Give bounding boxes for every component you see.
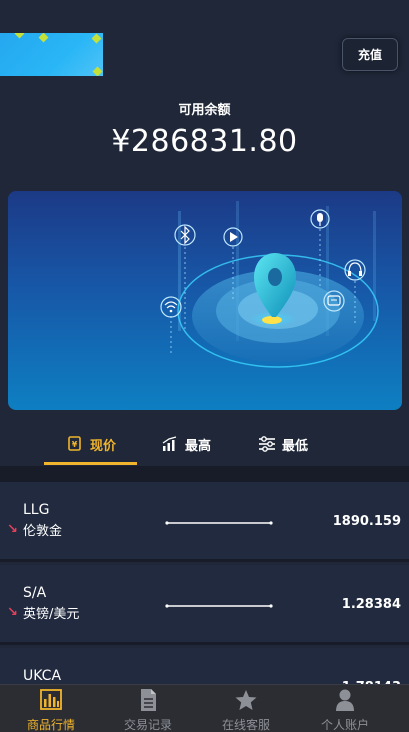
quote-price: 1.28384 — [341, 597, 401, 612]
active-tab-indicator — [44, 462, 137, 465]
bottom-nav: 商品行情 交易记录 在线客服 个人账户 — [0, 684, 409, 732]
tab-highest[interactable]: 最高 — [161, 422, 211, 466]
document-icon — [141, 689, 156, 711]
quote-name: 英镑/美元 — [23, 607, 80, 622]
quote-row[interactable]: S/A ↘ 英镑/美元 1.28384 — [0, 565, 409, 645]
logo-dot — [92, 66, 103, 76]
person-icon — [336, 689, 354, 711]
bar-trend-icon — [162, 436, 177, 451]
nav-label: 交易记录 — [123, 718, 172, 732]
tab-lowest[interactable]: 最低 — [258, 422, 308, 466]
logo-dot — [91, 33, 102, 44]
balance-label: 可用余额 — [178, 103, 231, 118]
sparkline — [165, 521, 273, 525]
price-tag-icon: ¥ — [68, 436, 81, 451]
section-divider — [0, 466, 409, 482]
headset-icon — [344, 259, 366, 281]
quote-symbol: LLG — [23, 502, 50, 518]
nav-trade-records[interactable]: 交易记录 — [97, 685, 199, 732]
nav-online-support[interactable]: 在线客服 — [195, 685, 297, 732]
nav-label: 商品行情 — [26, 718, 75, 732]
nav-label: 个人账户 — [320, 718, 369, 732]
bar-chart-icon — [40, 689, 62, 710]
trend-down-icon: ↘ — [7, 522, 18, 537]
star-icon — [235, 690, 257, 710]
sliders-icon — [259, 436, 275, 452]
quote-tabs: ¥ 现价 最高 最低 — [0, 422, 409, 466]
trend-down-icon: ↘ — [7, 605, 18, 620]
nav-account[interactable]: 个人账户 — [294, 685, 396, 732]
recharge-button[interactable]: 充值 — [342, 38, 398, 71]
quote-price: 1890.159 — [332, 514, 401, 529]
svg-text:¥: ¥ — [72, 440, 78, 449]
tab-label: 最高 — [185, 438, 212, 454]
nav-market[interactable]: 商品行情 — [0, 685, 102, 732]
logo-dot — [14, 33, 25, 39]
logo-dot — [38, 33, 49, 43]
brand-logo — [0, 33, 103, 76]
app-page: 充值 可用余额 ¥286831.80 ¥ 现价 最高 最低 LLG ↘ 伦敦金 … — [0, 0, 409, 732]
nav-label: 在线客服 — [221, 718, 270, 732]
promo-banner[interactable] — [8, 191, 402, 410]
tab-label: 最低 — [282, 438, 309, 454]
sparkline — [165, 604, 273, 608]
quote-symbol: UKCA — [23, 668, 62, 684]
quote-row[interactable]: LLG ↘ 伦敦金 1890.159 — [0, 482, 409, 562]
balance-value: ¥286831.80 — [111, 124, 298, 159]
quote-symbol: S/A — [23, 585, 47, 601]
play-icon — [223, 227, 243, 247]
tab-label: 现价 — [90, 438, 117, 454]
tab-current-price[interactable]: ¥ 现价 — [66, 422, 116, 466]
banner-illustration — [160, 201, 379, 368]
quote-name: 伦敦金 — [23, 524, 63, 539]
